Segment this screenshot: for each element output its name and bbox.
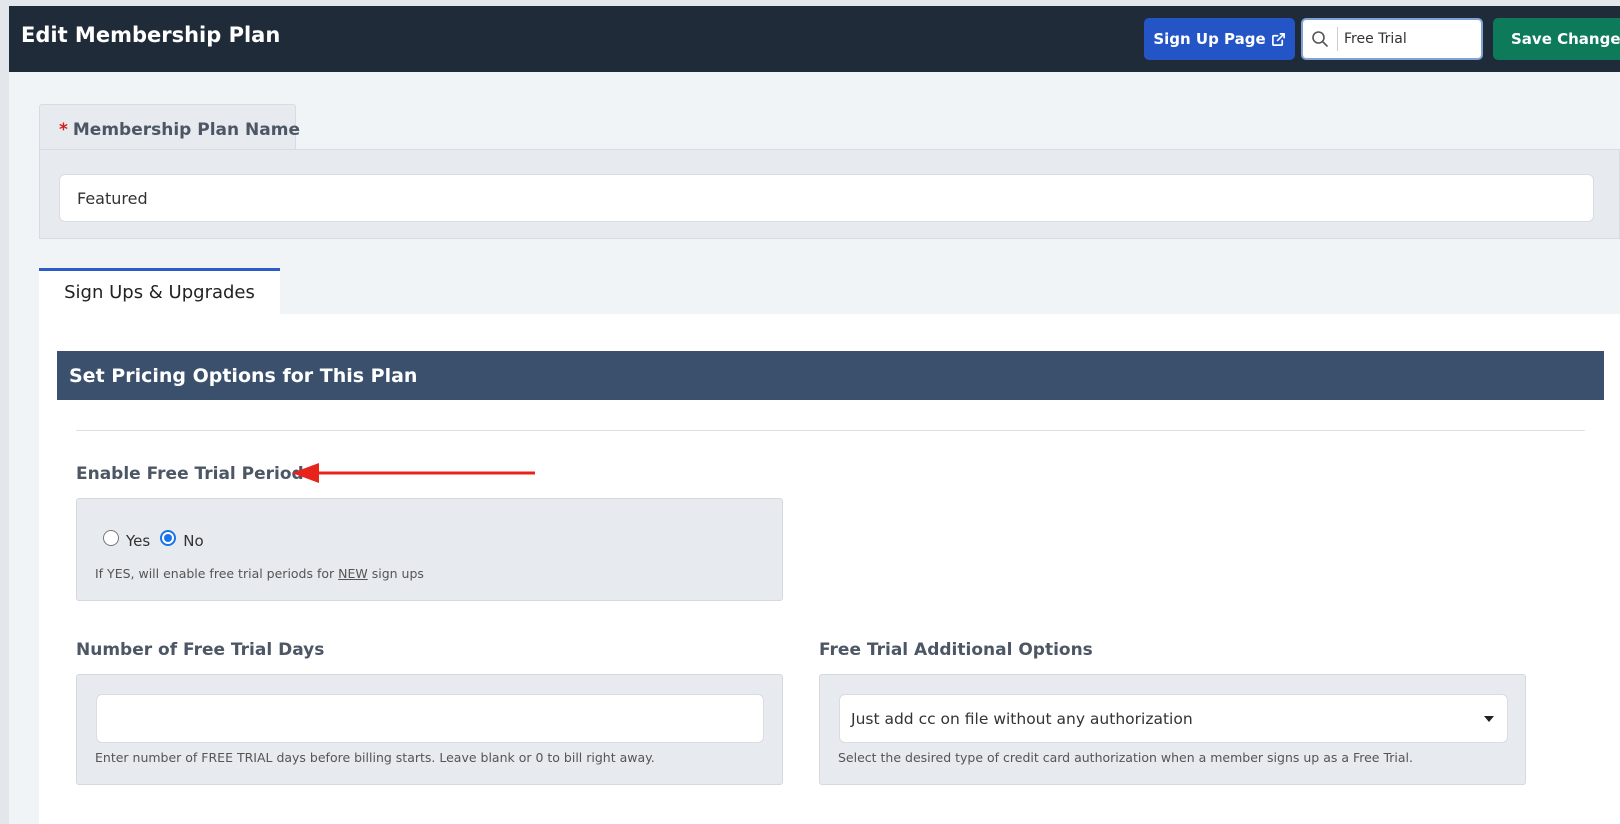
- free-trial-box: Yes No If YES, will enable free trial pe…: [76, 498, 783, 601]
- trial-days-input[interactable]: [96, 694, 764, 743]
- top-bar: Edit Membership Plan Sign Up Page Save C…: [9, 6, 1620, 72]
- free-trial-help-prefix: If YES, will enable free trial periods f…: [95, 566, 339, 581]
- plan-name-label-text: Membership Plan Name: [72, 120, 300, 140]
- save-changes-button[interactable]: Save Changes: [1493, 18, 1620, 60]
- trial-days-label: Number of Free Trial Days: [76, 640, 325, 660]
- tab-content: Set Pricing Options for This Plan Enable…: [39, 314, 1620, 824]
- trial-options-box: Just add cc on file without any authoriz…: [819, 674, 1526, 785]
- page: Edit Membership Plan Sign Up Page Save C…: [9, 6, 1620, 824]
- plan-name-panel: Featured: [39, 149, 1620, 239]
- search-input[interactable]: [1338, 20, 1478, 58]
- free-trial-radio-group: Yes No: [103, 526, 214, 550]
- trial-options-label: Free Trial Additional Options: [819, 640, 1093, 660]
- yes-radio[interactable]: [103, 530, 119, 546]
- plan-name-label: * Membership Plan Name: [59, 120, 300, 140]
- search-icon: [1303, 20, 1337, 58]
- search-box[interactable]: [1301, 18, 1483, 60]
- trial-days-help: Enter number of FREE TRIAL days before b…: [95, 750, 655, 765]
- no-radio[interactable]: [160, 530, 177, 546]
- section-divider: [76, 430, 1585, 431]
- free-trial-help-emphasis: NEW: [338, 566, 368, 581]
- plan-name-tab: * Membership Plan Name: [39, 104, 300, 150]
- free-trial-help: If YES, will enable free trial periods f…: [95, 566, 424, 581]
- tab-sign-ups-upgrades[interactable]: Sign Ups & Upgrades: [39, 268, 280, 314]
- annotation-arrow: [292, 463, 535, 483]
- section-header: Set Pricing Options for This Plan: [57, 351, 1604, 400]
- trial-options-selected: Just add cc on file without any authoriz…: [851, 709, 1193, 728]
- page-title: Edit Membership Plan: [21, 23, 281, 47]
- required-marker: *: [59, 120, 68, 140]
- external-link-icon: [1271, 32, 1285, 46]
- plan-name-input[interactable]: Featured: [59, 174, 1594, 222]
- trial-options-help: Select the desired type of credit card a…: [838, 750, 1413, 765]
- free-trial-label: Enable Free Trial Period: [76, 464, 304, 484]
- caret-down-icon: [1484, 716, 1494, 722]
- sign-up-page-button[interactable]: Sign Up Page: [1144, 18, 1295, 60]
- trial-days-box: Enter number of FREE TRIAL days before b…: [76, 674, 783, 785]
- trial-options-select[interactable]: Just add cc on file without any authoriz…: [839, 694, 1508, 743]
- yes-radio-label[interactable]: Yes: [126, 532, 150, 550]
- free-trial-help-suffix: sign ups: [367, 566, 424, 581]
- sign-up-page-label: Sign Up Page: [1153, 30, 1266, 48]
- no-radio-label[interactable]: No: [183, 532, 203, 550]
